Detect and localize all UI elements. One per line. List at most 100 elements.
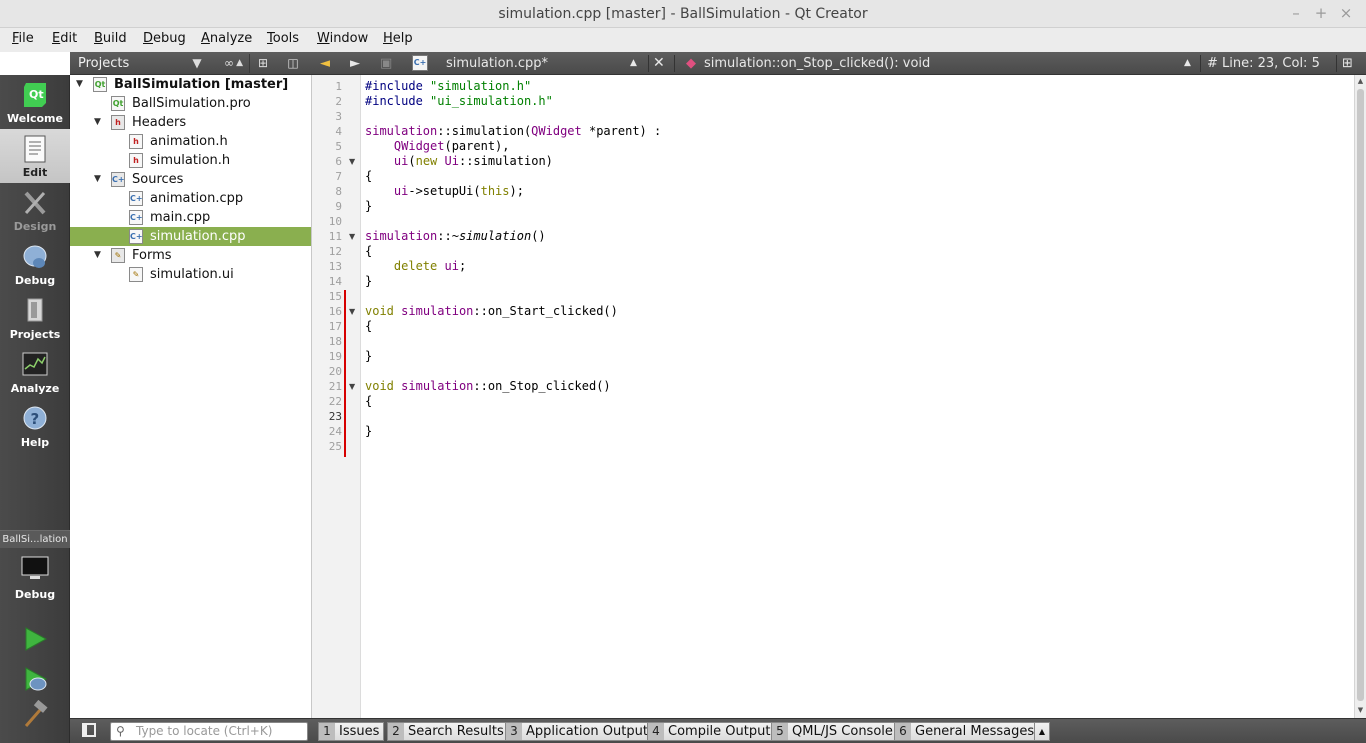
toggle-sidebar-icon[interactable]	[82, 723, 96, 737]
maximize-button[interactable]: +	[1310, 3, 1332, 23]
close-button[interactable]: ×	[1335, 3, 1357, 23]
editor-vertical-scrollbar[interactable]: ▲ ▼	[1354, 75, 1366, 718]
qt-logo-icon: Qt	[24, 83, 46, 107]
open-document-combo[interactable]: simulation.cpp*	[446, 54, 548, 73]
toolbar-separator	[1336, 55, 1337, 72]
close-document-icon[interactable]: ✕	[653, 54, 665, 73]
tab-issues[interactable]: 1 Issues	[318, 722, 385, 741]
filter-icon[interactable]: ▼	[188, 55, 206, 72]
header-file-icon: h	[129, 153, 143, 168]
split-editor-icon[interactable]: ⊞	[1342, 54, 1353, 73]
scroll-down-icon[interactable]: ▼	[1355, 704, 1366, 716]
fold-marker-icon[interactable]: ▼	[349, 304, 359, 319]
expand-arrow-icon[interactable]: ▼	[94, 113, 106, 132]
expand-arrow-icon[interactable]: ▼	[76, 75, 88, 94]
combo-arrows-icon[interactable]: ▲	[630, 54, 637, 73]
tree-item-forms[interactable]: ▼ ✎ Forms	[70, 246, 311, 265]
code-line[interactable]: QWidget(parent),	[365, 139, 510, 154]
more-tabs-arrows-icon[interactable]: ▲	[1034, 722, 1050, 741]
code-line[interactable]: {	[365, 244, 372, 259]
code-line[interactable]: void simulation::on_Stop_clicked()	[365, 379, 611, 394]
tree-item-file[interactable]: C+ main.cpp	[70, 208, 311, 227]
code-line[interactable]: }	[365, 424, 372, 439]
menu-window[interactable]: Window	[317, 31, 368, 46]
build-hammer-icon[interactable]	[20, 700, 50, 730]
expand-arrow-icon[interactable]: ▼	[94, 246, 106, 265]
mode-projects[interactable]: Projects	[0, 291, 70, 345]
code-line[interactable]: {	[365, 394, 372, 409]
fold-marker-icon[interactable]: ▼	[349, 154, 359, 169]
combo-arrows-icon[interactable]: ▲	[1184, 54, 1191, 73]
tree-item-file[interactable]: C+ animation.cpp	[70, 189, 311, 208]
tab-application-output[interactable]: 3 Application Output	[505, 722, 653, 741]
tree-item-label: simulation.cpp	[150, 229, 246, 244]
code-line[interactable]: ui->setupUi(this);	[365, 184, 524, 199]
mode-edit[interactable]: Edit	[0, 129, 70, 183]
menu-analyze[interactable]: Analyze	[201, 31, 252, 46]
code-line[interactable]: {	[365, 319, 372, 334]
locator-input[interactable]: Type to locate (Ctrl+K)	[110, 722, 308, 741]
menu-build[interactable]: Build	[94, 31, 127, 46]
tree-item-project[interactable]: ▼ Qt BallSimulation [master]	[70, 75, 311, 94]
code-line[interactable]: delete ui;	[365, 259, 466, 274]
menu-help[interactable]: Help	[383, 31, 413, 46]
code-line[interactable]: ui(new Ui::simulation)	[365, 154, 553, 169]
scroll-up-icon[interactable]: ▲	[1355, 75, 1366, 87]
code-line[interactable]: simulation::~simulation()	[365, 229, 546, 244]
cursor-position[interactable]: Line: 23, Col: 5	[1222, 54, 1320, 73]
debug-run-icon[interactable]	[20, 664, 50, 694]
scrollbar-thumb[interactable]	[1357, 89, 1364, 701]
tree-item-pro-file[interactable]: Qt BallSimulation.pro	[70, 94, 311, 113]
sync-link-icon[interactable]: ∞	[220, 55, 238, 72]
expand-arrow-icon[interactable]: ▼	[94, 170, 106, 189]
tree-item-file[interactable]: h animation.h	[70, 132, 311, 151]
menu-debug[interactable]: Debug	[143, 31, 186, 46]
line-number: 15	[328, 290, 342, 303]
mode-welcome[interactable]: Qt Welcome	[0, 75, 70, 129]
close-sidebar-icon[interactable]: ◫	[284, 55, 302, 72]
code-line[interactable]: }	[365, 274, 372, 289]
symbol-combo[interactable]: simulation::on_Stop_clicked(): void	[704, 54, 930, 73]
tab-qml-js-console[interactable]: 5 QML/JS Console	[771, 722, 898, 741]
back-arrow-icon[interactable]: ◄	[320, 54, 330, 73]
menu-edit[interactable]: Edit	[52, 31, 77, 46]
tab-label: General Messages	[915, 724, 1035, 739]
tree-item-sources[interactable]: ▼ C+ Sources	[70, 170, 311, 189]
help-question-icon: ?	[23, 406, 47, 430]
lock-icon[interactable]: ▣	[380, 54, 392, 73]
mode-design[interactable]: Design	[0, 183, 70, 237]
tab-general-messages[interactable]: 6 General Messages	[894, 722, 1040, 741]
tab-search-results[interactable]: 2 Search Results	[387, 722, 509, 741]
code-line[interactable]: }	[365, 199, 372, 214]
code-line[interactable]: #include "simulation.h"	[365, 79, 531, 94]
code-line[interactable]: #include "ui_simulation.h"	[365, 94, 553, 109]
line-number: 20	[328, 365, 342, 378]
tree-item-file[interactable]: h simulation.h	[70, 151, 311, 170]
menu-file[interactable]: File	[12, 31, 34, 46]
split-icon[interactable]: ⊞	[254, 55, 272, 72]
line-number: 16	[328, 305, 342, 318]
mode-help[interactable]: ? Help	[0, 399, 70, 453]
tab-compile-output[interactable]: 4 Compile Output	[647, 722, 776, 741]
menu-tools[interactable]: Tools	[267, 31, 299, 46]
code-line[interactable]: {	[365, 169, 372, 184]
mode-debug[interactable]: Debug	[0, 237, 70, 291]
fold-marker-icon[interactable]: ▼	[349, 229, 359, 244]
code-line[interactable]: }	[365, 349, 372, 364]
minimize-button[interactable]: –	[1285, 3, 1307, 23]
kit-selector[interactable]: Debug	[0, 549, 70, 605]
run-icon[interactable]	[20, 624, 50, 654]
code-line[interactable]: void simulation::on_Start_clicked()	[365, 304, 618, 319]
code-line[interactable]: simulation::simulation(QWidget *parent) …	[365, 124, 661, 139]
tree-item-label: Forms	[132, 248, 172, 263]
line-number: 8	[335, 185, 342, 198]
tree-item-file[interactable]: ✎ simulation.ui	[70, 265, 311, 284]
code-editor[interactable]: #include "simulation.h" #include "ui_simu…	[361, 75, 1354, 718]
cpp-file-icon: C+	[129, 210, 143, 225]
fold-marker-icon[interactable]: ▼	[349, 379, 359, 394]
design-tools-icon	[24, 191, 46, 215]
tree-item-file-selected[interactable]: C+ simulation.cpp	[70, 227, 311, 246]
mode-analyze[interactable]: Analyze	[0, 345, 70, 399]
forward-arrow-icon[interactable]: ►	[350, 54, 360, 73]
tree-item-headers[interactable]: ▼ h Headers	[70, 113, 311, 132]
